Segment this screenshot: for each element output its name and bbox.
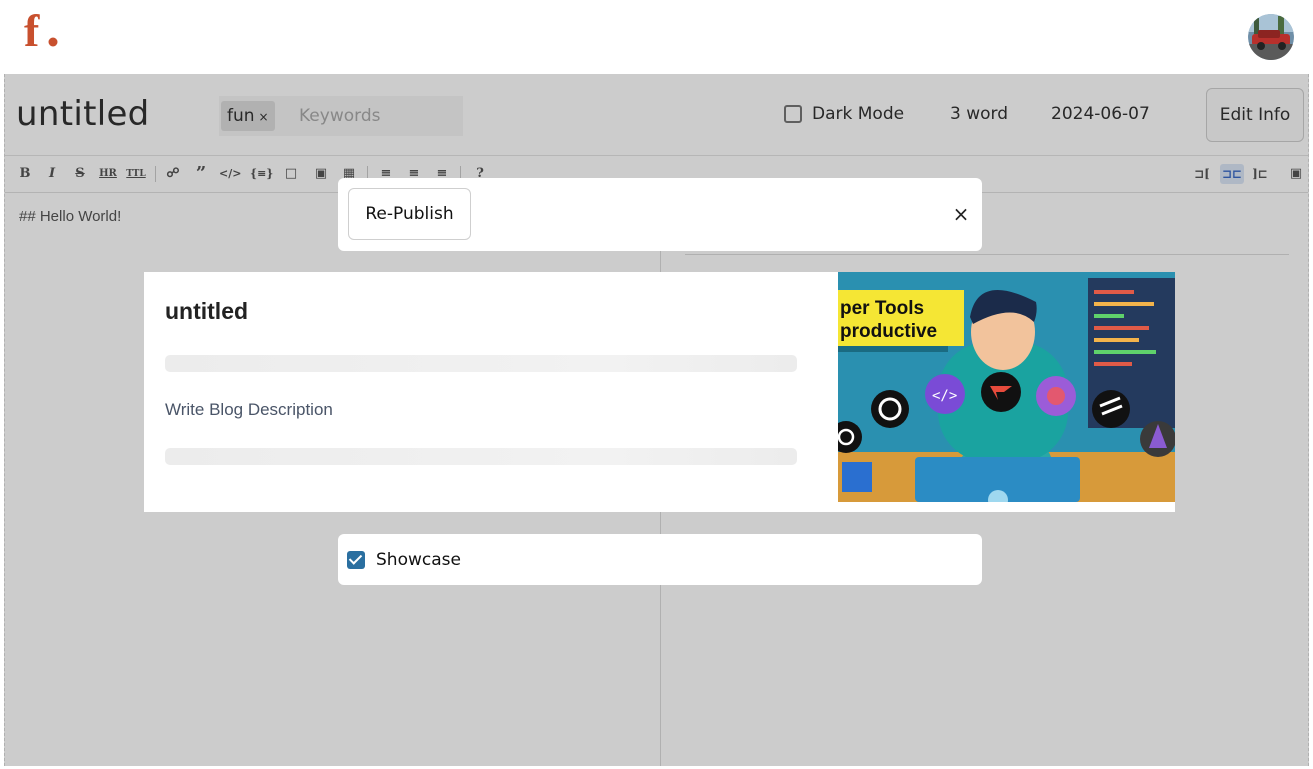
close-icon[interactable]: × [950, 203, 972, 225]
showcase-option[interactable]: Showcase [338, 534, 982, 585]
publish-modal-header: Re-Publish × [338, 178, 982, 251]
brand-logo[interactable]: f [24, 10, 64, 50]
cover-image[interactable]: per Tools productive </> [838, 272, 1175, 502]
showcase-label: Showcase [376, 549, 461, 570]
svg-text:</>: </> [932, 388, 957, 404]
republish-button[interactable]: Re-Publish [348, 188, 471, 240]
blog-preview-card: untitled Write Blog Description per Tool… [144, 272, 1175, 512]
cover-banner-line-1: per Tools [840, 298, 924, 319]
blog-description[interactable]: Write Blog Description [165, 400, 333, 420]
showcase-checkbox[interactable] [347, 550, 365, 569]
user-avatar[interactable] [1248, 14, 1294, 60]
skeleton-line [165, 448, 797, 465]
blog-title[interactable]: untitled [165, 298, 248, 325]
skeleton-line [165, 355, 797, 372]
cover-banner-line-2: productive [840, 321, 937, 342]
svg-text:f: f [24, 10, 40, 50]
app-header: f [0, 0, 1313, 74]
